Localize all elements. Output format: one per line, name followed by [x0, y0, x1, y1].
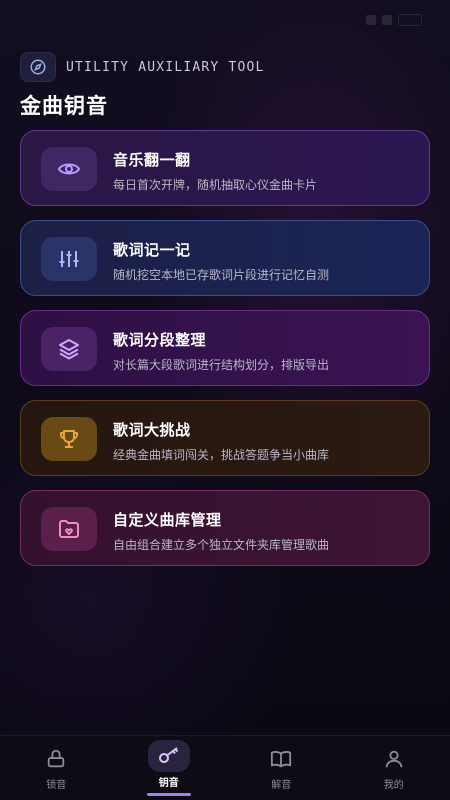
header: UTILITY AUXILIARY TOOL 金曲钥音 — [20, 52, 265, 120]
status-bar — [366, 14, 422, 26]
card-lyrics-memo[interactable]: 歌词记一记 随机挖空本地已存歌词片段进行记忆自测 — [20, 220, 430, 296]
book-icon — [270, 746, 292, 772]
key-icon — [147, 740, 190, 772]
feature-list: 音乐翻一翻 每日首次开牌，随机抽取心仪金曲卡片 歌词记一记 随机挖空本地已存歌词… — [20, 130, 430, 580]
tab-lock[interactable]: 锁音 — [0, 736, 113, 800]
bottom-tab-bar: 锁音 钥音 解音 我的 — [0, 735, 450, 800]
card-music-flip[interactable]: 音乐翻一翻 每日首次开牌，随机抽取心仪金曲卡片 — [20, 130, 430, 206]
card-lyrics-challenge[interactable]: 歌词大挑战 经典金曲填词闯关，挑战答题争当小曲库 — [20, 400, 430, 476]
brand-row: UTILITY AUXILIARY TOOL — [20, 52, 265, 82]
card-desc: 经典金曲填词闯关，挑战答题争当小曲库 — [113, 448, 330, 462]
tab-mine[interactable]: 我的 — [338, 736, 450, 800]
layers-icon — [41, 327, 97, 371]
tab-label: 钥音 — [158, 778, 179, 789]
card-lyrics-segment[interactable]: 歌词分段整理 对长篇大段歌词进行结构划分，排版导出 — [20, 310, 430, 386]
tab-unlock[interactable]: 解音 — [225, 736, 338, 800]
card-desc: 随机挖空本地已存歌词片段进行记忆自测 — [113, 268, 330, 282]
user-icon — [383, 746, 405, 772]
sliders-icon — [41, 237, 97, 281]
card-title: 音乐翻一翻 — [113, 151, 191, 169]
tab-label: 解音 — [271, 780, 292, 791]
tab-label: 我的 — [383, 780, 404, 791]
battery-icon — [398, 14, 422, 26]
card-title: 歌词记一记 — [113, 241, 191, 259]
compass-icon — [20, 52, 56, 82]
card-desc: 每日首次开牌，随机抽取心仪金曲卡片 — [113, 178, 318, 192]
tab-label: 锁音 — [46, 780, 67, 791]
card-title: 歌词大挑战 — [113, 421, 191, 439]
card-library-manage[interactable]: 自定义曲库管理 自由组合建立多个独立文件夹库管理歌曲 — [20, 490, 430, 566]
lock-icon — [45, 746, 67, 772]
folder-heart-icon — [41, 507, 97, 551]
eye-icon — [41, 147, 97, 191]
card-title: 自定义曲库管理 — [113, 511, 222, 529]
card-desc: 对长篇大段歌词进行结构划分，排版导出 — [113, 358, 330, 372]
card-desc: 自由组合建立多个独立文件夹库管理歌曲 — [113, 538, 330, 552]
app-subtitle: UTILITY AUXILIARY TOOL — [66, 59, 265, 75]
card-title: 歌词分段整理 — [113, 331, 207, 349]
wifi-icon — [382, 15, 392, 25]
tab-key[interactable]: 钥音 — [113, 736, 226, 800]
page-title: 金曲钥音 — [20, 94, 108, 118]
signal-icon — [366, 15, 376, 25]
active-tab-indicator — [146, 793, 191, 796]
trophy-icon — [41, 417, 97, 461]
